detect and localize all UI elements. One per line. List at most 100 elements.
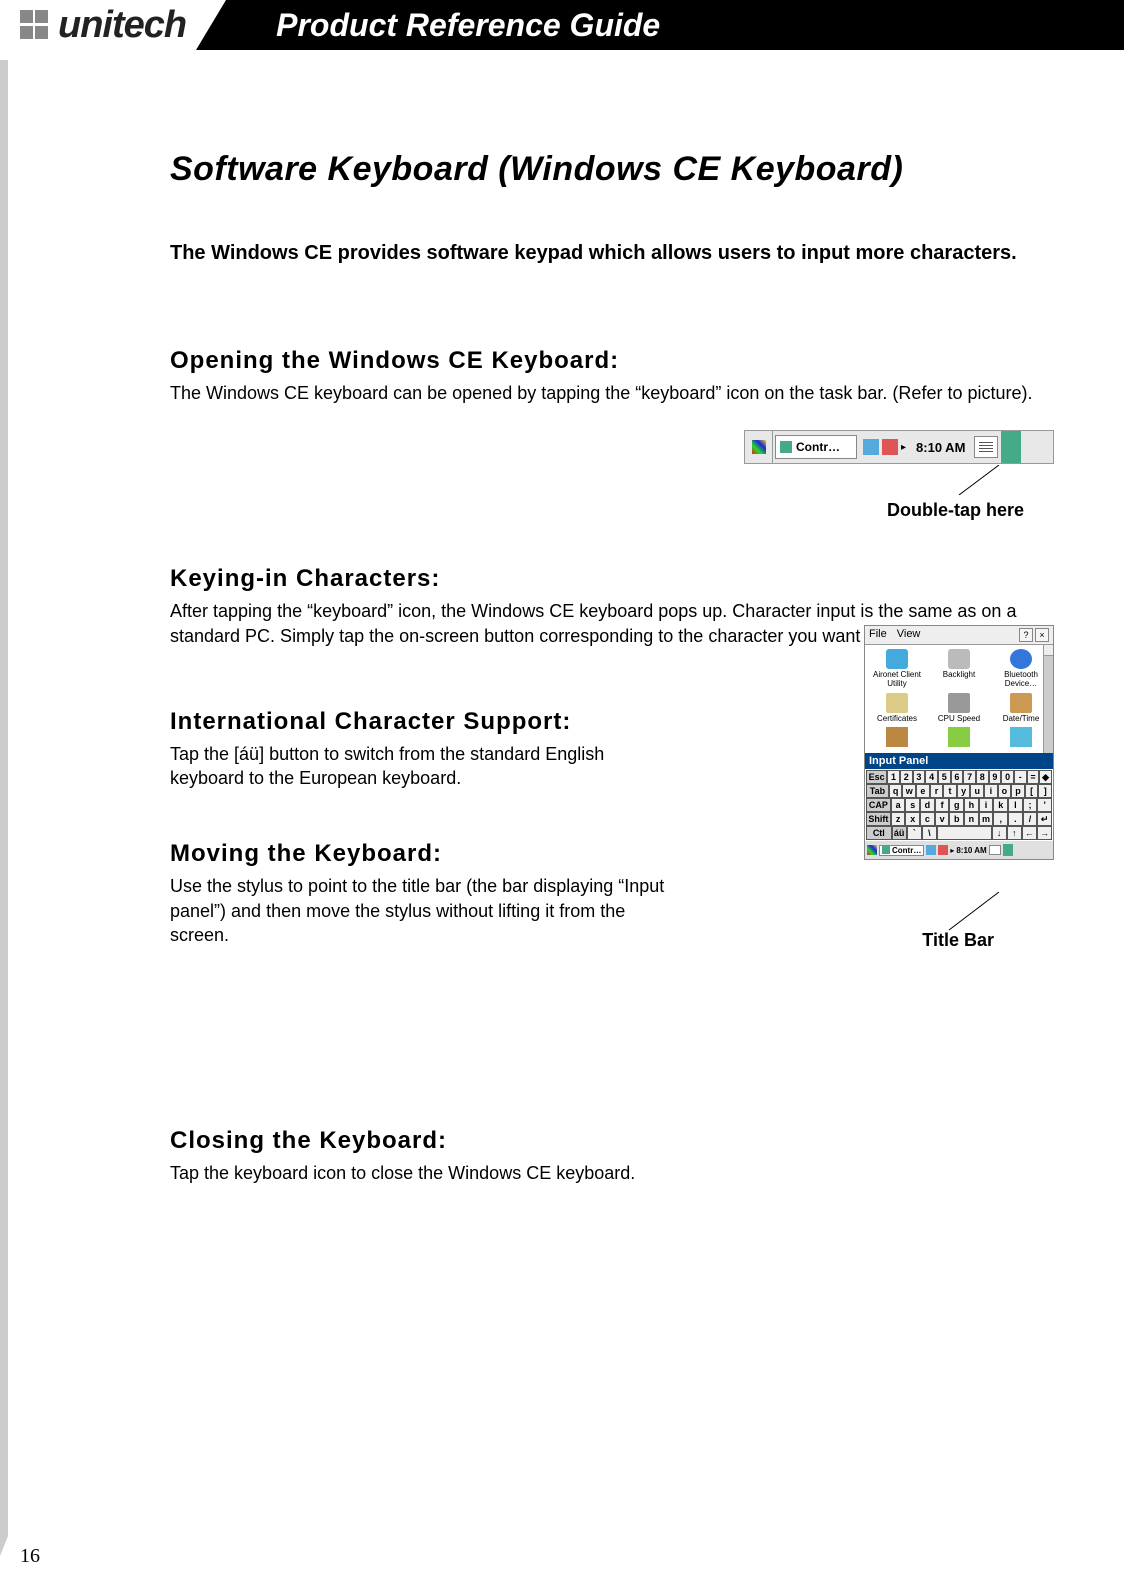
kp-key: ↑: [1007, 826, 1022, 840]
brand-name: unitech: [58, 4, 186, 47]
kp-key: ]: [1038, 784, 1052, 798]
kp-key: áü: [892, 826, 907, 840]
kp-key: /: [1023, 812, 1038, 826]
kp-key: 1: [887, 770, 900, 784]
section-opening: Opening the Windows CE Keyboard: The Win…: [170, 347, 1054, 405]
side-decoration: [0, 60, 8, 1536]
header-bar: unitech Product Reference Guide: [0, 0, 1124, 50]
tray-arrow-icon: ▸: [901, 442, 906, 453]
kp-key: z: [891, 812, 906, 826]
kp-key: Tab: [866, 784, 889, 798]
kp-key: p: [1011, 784, 1025, 798]
kp-key: -: [1014, 770, 1027, 784]
section-opening-body: The Windows CE keyboard can be opened by…: [170, 381, 1054, 405]
kp-key: h: [964, 798, 979, 812]
kp-app-bluetooth: Bluetooth Device…: [991, 649, 1051, 689]
kp-key: a: [891, 798, 906, 812]
section-intl-body: Tap the [áü] button to switch from the s…: [170, 742, 670, 791]
windows-flag-icon: [752, 440, 766, 454]
kp-key: Ctl: [866, 826, 892, 840]
kp-key: d: [920, 798, 935, 812]
kp-desktop-icon: [1003, 844, 1013, 856]
app-icon: [780, 441, 792, 453]
double-tap-callout: Double-tap here: [887, 500, 1024, 521]
kp-row-1: Tabqwertyuiop[]: [866, 784, 1052, 798]
section-intl-title: International Character Support:: [170, 708, 670, 736]
kp-app-9: [991, 727, 1051, 749]
kp-key: 9: [989, 770, 1002, 784]
section-intl: International Character Support: Tap the…: [170, 708, 670, 791]
kp-app-cpuspeed: CPU Speed: [929, 693, 989, 724]
kp-menubar: File View ? ×: [865, 626, 1053, 645]
kp-app-button: Contr…: [879, 845, 924, 856]
intro-text: The Windows CE provides software keypad …: [170, 239, 1054, 267]
section-keying-title: Keying-in Characters:: [170, 565, 1054, 593]
section-moving-body: Use the stylus to point to the title bar…: [170, 874, 670, 947]
kp-key: ◆: [1039, 770, 1052, 784]
start-button: [745, 431, 773, 463]
kp-key: f: [935, 798, 950, 812]
kp-row-0: Esc1234567890-=◆: [866, 770, 1052, 784]
kp-key: g: [949, 798, 964, 812]
kp-key: 5: [938, 770, 951, 784]
kp-key: q: [889, 784, 903, 798]
section-moving: Moving the Keyboard: Use the stylus to p…: [170, 840, 670, 947]
keyboard-icon: [974, 436, 998, 458]
kp-key: l: [1008, 798, 1023, 812]
kp-key: e: [916, 784, 930, 798]
kp-key: ←: [1022, 826, 1037, 840]
kp-taskbar: Contr… ▸ 8:10 AM: [865, 841, 1053, 859]
page-number: 16: [20, 1545, 40, 1568]
kp-key: m: [979, 812, 994, 826]
kp-help-button: ?: [1019, 628, 1033, 642]
brand-logo-area: unitech: [0, 0, 196, 50]
kp-key: ↓: [992, 826, 1007, 840]
kp-key: →: [1037, 826, 1052, 840]
section-closing-title: Closing the Keyboard:: [170, 1127, 1054, 1155]
keyboard-panel-screenshot: File View ? × Aironet Client Utility Bac…: [864, 625, 1054, 860]
kp-key: i: [984, 784, 998, 798]
kp-key: Shift: [866, 812, 891, 826]
kp-close-button: ×: [1035, 628, 1049, 642]
header-title: Product Reference Guide: [276, 7, 660, 44]
kp-key: i: [979, 798, 994, 812]
kp-scrollbar: [1043, 645, 1053, 753]
kp-key: k: [993, 798, 1008, 812]
desktop-icon: [1001, 431, 1021, 463]
kp-tray-icon-2: [938, 845, 948, 855]
kp-key: 6: [951, 770, 964, 784]
page-title: Software Keyboard (Windows CE Keyboard): [170, 150, 1054, 189]
kp-key: 3: [913, 770, 926, 784]
kp-clock: 8:10 AM: [956, 846, 986, 855]
kp-tray-arrow-icon: ▸: [950, 846, 954, 855]
kp-menu-view: View: [897, 628, 921, 642]
kp-key: .: [1008, 812, 1023, 826]
kp-app-7: [867, 727, 927, 749]
kp-control-panel-icons: Aironet Client Utility Backlight Bluetoo…: [865, 645, 1053, 753]
kp-key: w: [902, 784, 916, 798]
kp-key: o: [998, 784, 1012, 798]
kp-key: [937, 826, 992, 840]
kp-key: 2: [900, 770, 913, 784]
section-closing: Closing the Keyboard: Tap the keyboard i…: [170, 1127, 1054, 1185]
kp-key: ': [1037, 798, 1052, 812]
kp-key: ;: [1023, 798, 1038, 812]
kp-key: 7: [963, 770, 976, 784]
brand-logo-icon: [20, 10, 50, 40]
kp-key: ↵: [1037, 812, 1052, 826]
tray-icons: ▸: [859, 439, 910, 455]
taskbar-screenshot: Contr… ▸ 8:10 AM: [744, 430, 1054, 464]
tray-icon-2: [882, 439, 898, 455]
kp-key: `: [907, 826, 922, 840]
kp-app-8: [929, 727, 989, 749]
kp-key: u: [970, 784, 984, 798]
kp-row-4: Ctláü`\ ↓↑←→: [866, 826, 1052, 840]
kp-input-panel-titlebar: Input Panel: [865, 753, 1053, 769]
kp-key: t: [943, 784, 957, 798]
kp-key: =: [1027, 770, 1040, 784]
kp-key: r: [930, 784, 944, 798]
taskbar-clock: 8:10 AM: [910, 440, 971, 455]
title-bar-callout: Title Bar: [922, 930, 994, 951]
kp-key: [: [1025, 784, 1039, 798]
kp-key: b: [949, 812, 964, 826]
